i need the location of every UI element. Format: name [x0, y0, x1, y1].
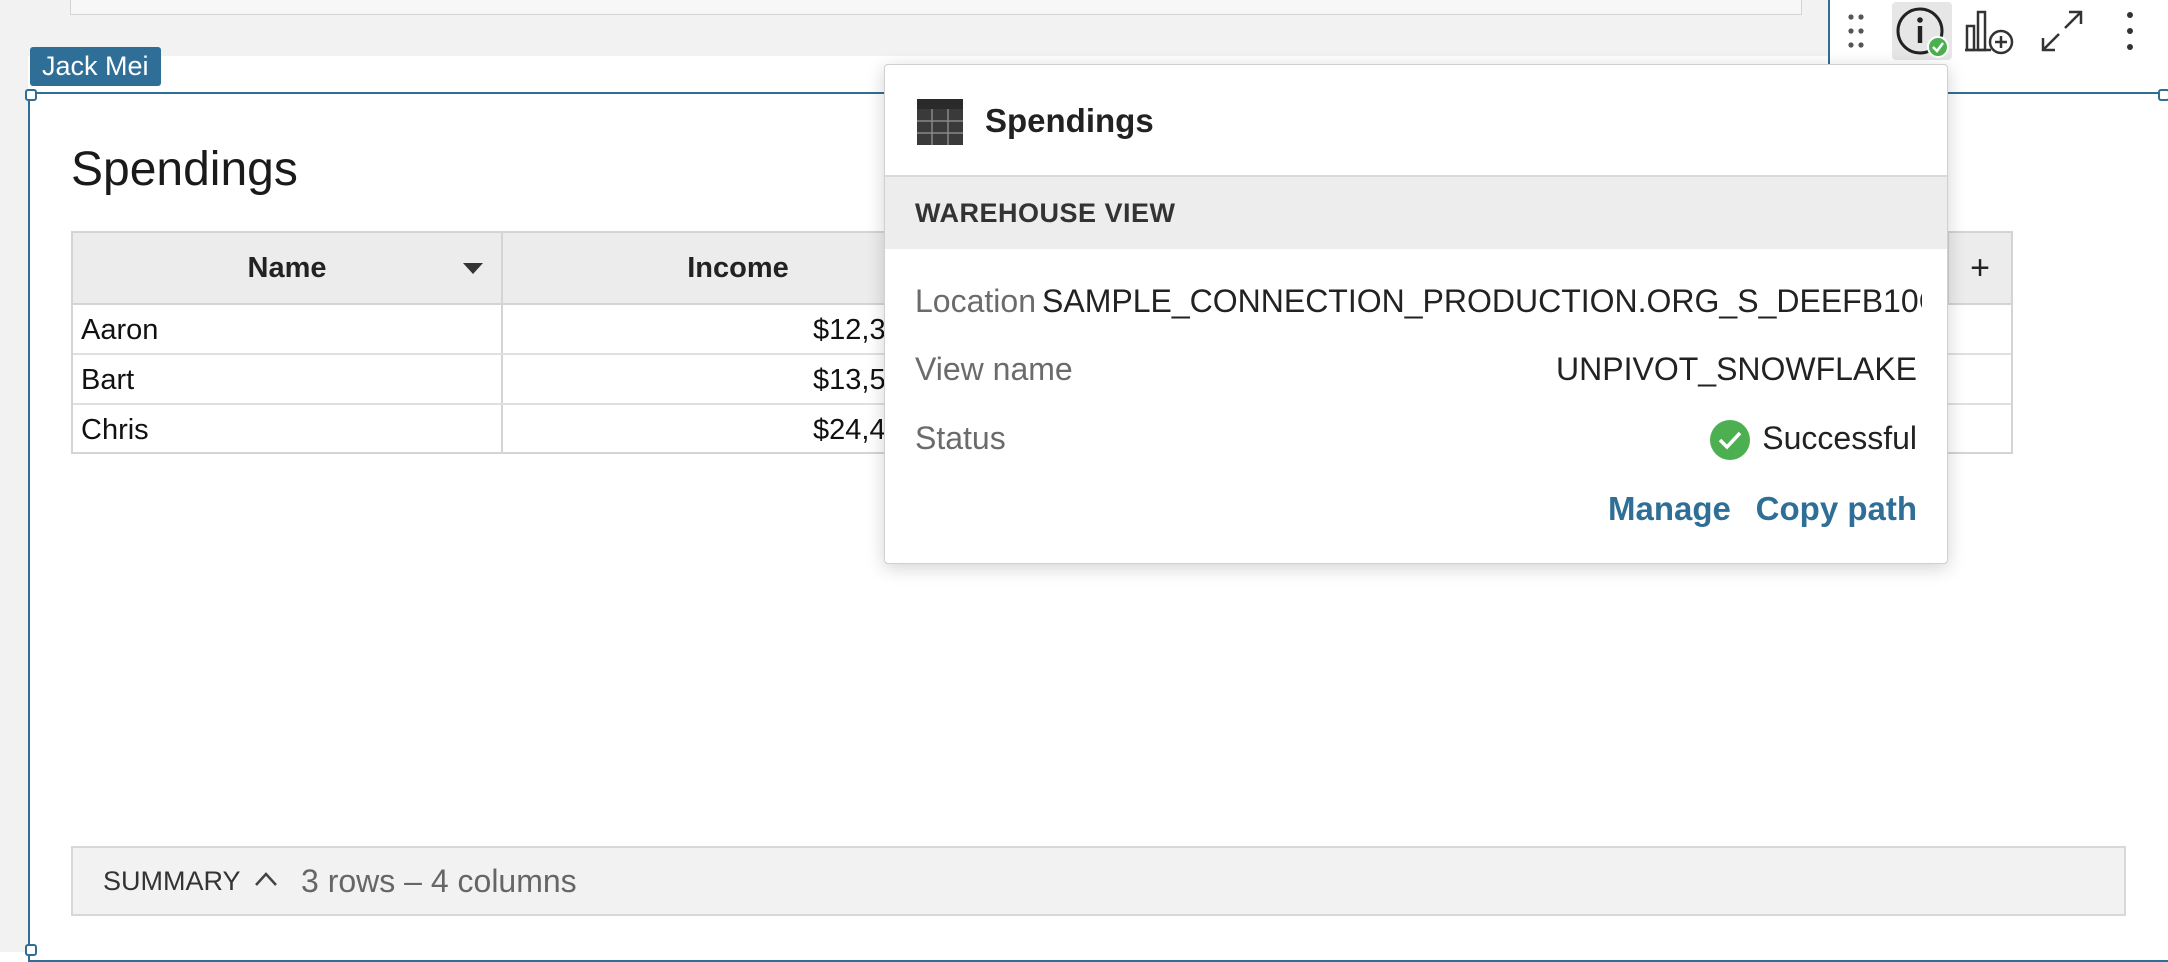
column-header-label: Income: [687, 252, 789, 284]
cell-name: Aaron: [81, 314, 159, 346]
location-value: SAMPLE_CONNECTION_PRODUCTION.ORG_S_DEEFB…: [1042, 283, 1922, 319]
resize-handle-top-right[interactable]: [2158, 89, 2168, 101]
popover-section-header: WAREHOUSE VIEW: [885, 177, 1947, 249]
status-label: Status: [915, 420, 1006, 456]
summary-row-column-count: 3 rows – 4 columns: [301, 863, 577, 899]
add-chart-icon: [1965, 10, 2014, 55]
location-label: Location: [915, 283, 1036, 319]
element-toolbar: [1828, 0, 2168, 64]
info-icon: [1896, 7, 1949, 58]
drag-handle-icon: [1848, 14, 1864, 48]
add-column-button[interactable]: +: [1949, 233, 2011, 303]
section-label: WAREHOUSE VIEW: [915, 198, 1176, 228]
canvas-background-left: [0, 56, 28, 952]
expand-button[interactable]: [2032, 2, 2092, 60]
resize-handle-top-left[interactable]: [25, 89, 37, 101]
cell-income: $12,3: [813, 314, 886, 346]
summary-label: SUMMARY: [103, 866, 241, 896]
status-value: Successful: [1762, 420, 1917, 456]
chevron-up-icon[interactable]: [253, 870, 279, 888]
add-chart-button[interactable]: [1960, 2, 2020, 60]
popover-title: Spendings: [985, 102, 1154, 139]
popover-header: Spendings: [885, 65, 1947, 177]
column-header-label: Name: [247, 252, 327, 284]
summary-bar[interactable]: SUMMARY 3 rows – 4 columns: [71, 846, 2126, 916]
source-info-popover: Spendings WAREHOUSE VIEW Location SAMPLE…: [884, 64, 1948, 564]
resize-handle-bottom-left[interactable]: [25, 944, 37, 956]
previous-element-card: [70, 0, 1802, 15]
expand-icon: [2041, 10, 2083, 52]
cell-name: Bart: [81, 364, 135, 396]
copy-path-link[interactable]: Copy path: [1756, 490, 1917, 528]
collaborator-tag: Jack Mei: [30, 47, 161, 86]
view-name-label: View name: [915, 351, 1073, 387]
more-icon: [2127, 12, 2133, 50]
view-name-value: UNPIVOT_SNOWFLAKE: [1556, 351, 1917, 387]
more-options-button[interactable]: [2106, 2, 2154, 60]
sort-dropdown-icon[interactable]: [463, 263, 483, 275]
element-title[interactable]: Spendings: [71, 142, 298, 197]
table-icon: [917, 99, 963, 145]
column-header-name[interactable]: Name: [73, 233, 501, 303]
cell-name: Chris: [81, 414, 149, 446]
cell-income: $13,5: [813, 364, 886, 396]
cell-income: $24,4: [813, 414, 886, 446]
drag-handle-button[interactable]: [1834, 2, 1878, 60]
success-check-icon: [1710, 420, 1750, 460]
info-button[interactable]: [1892, 2, 1952, 60]
manage-link[interactable]: Manage: [1608, 490, 1731, 528]
